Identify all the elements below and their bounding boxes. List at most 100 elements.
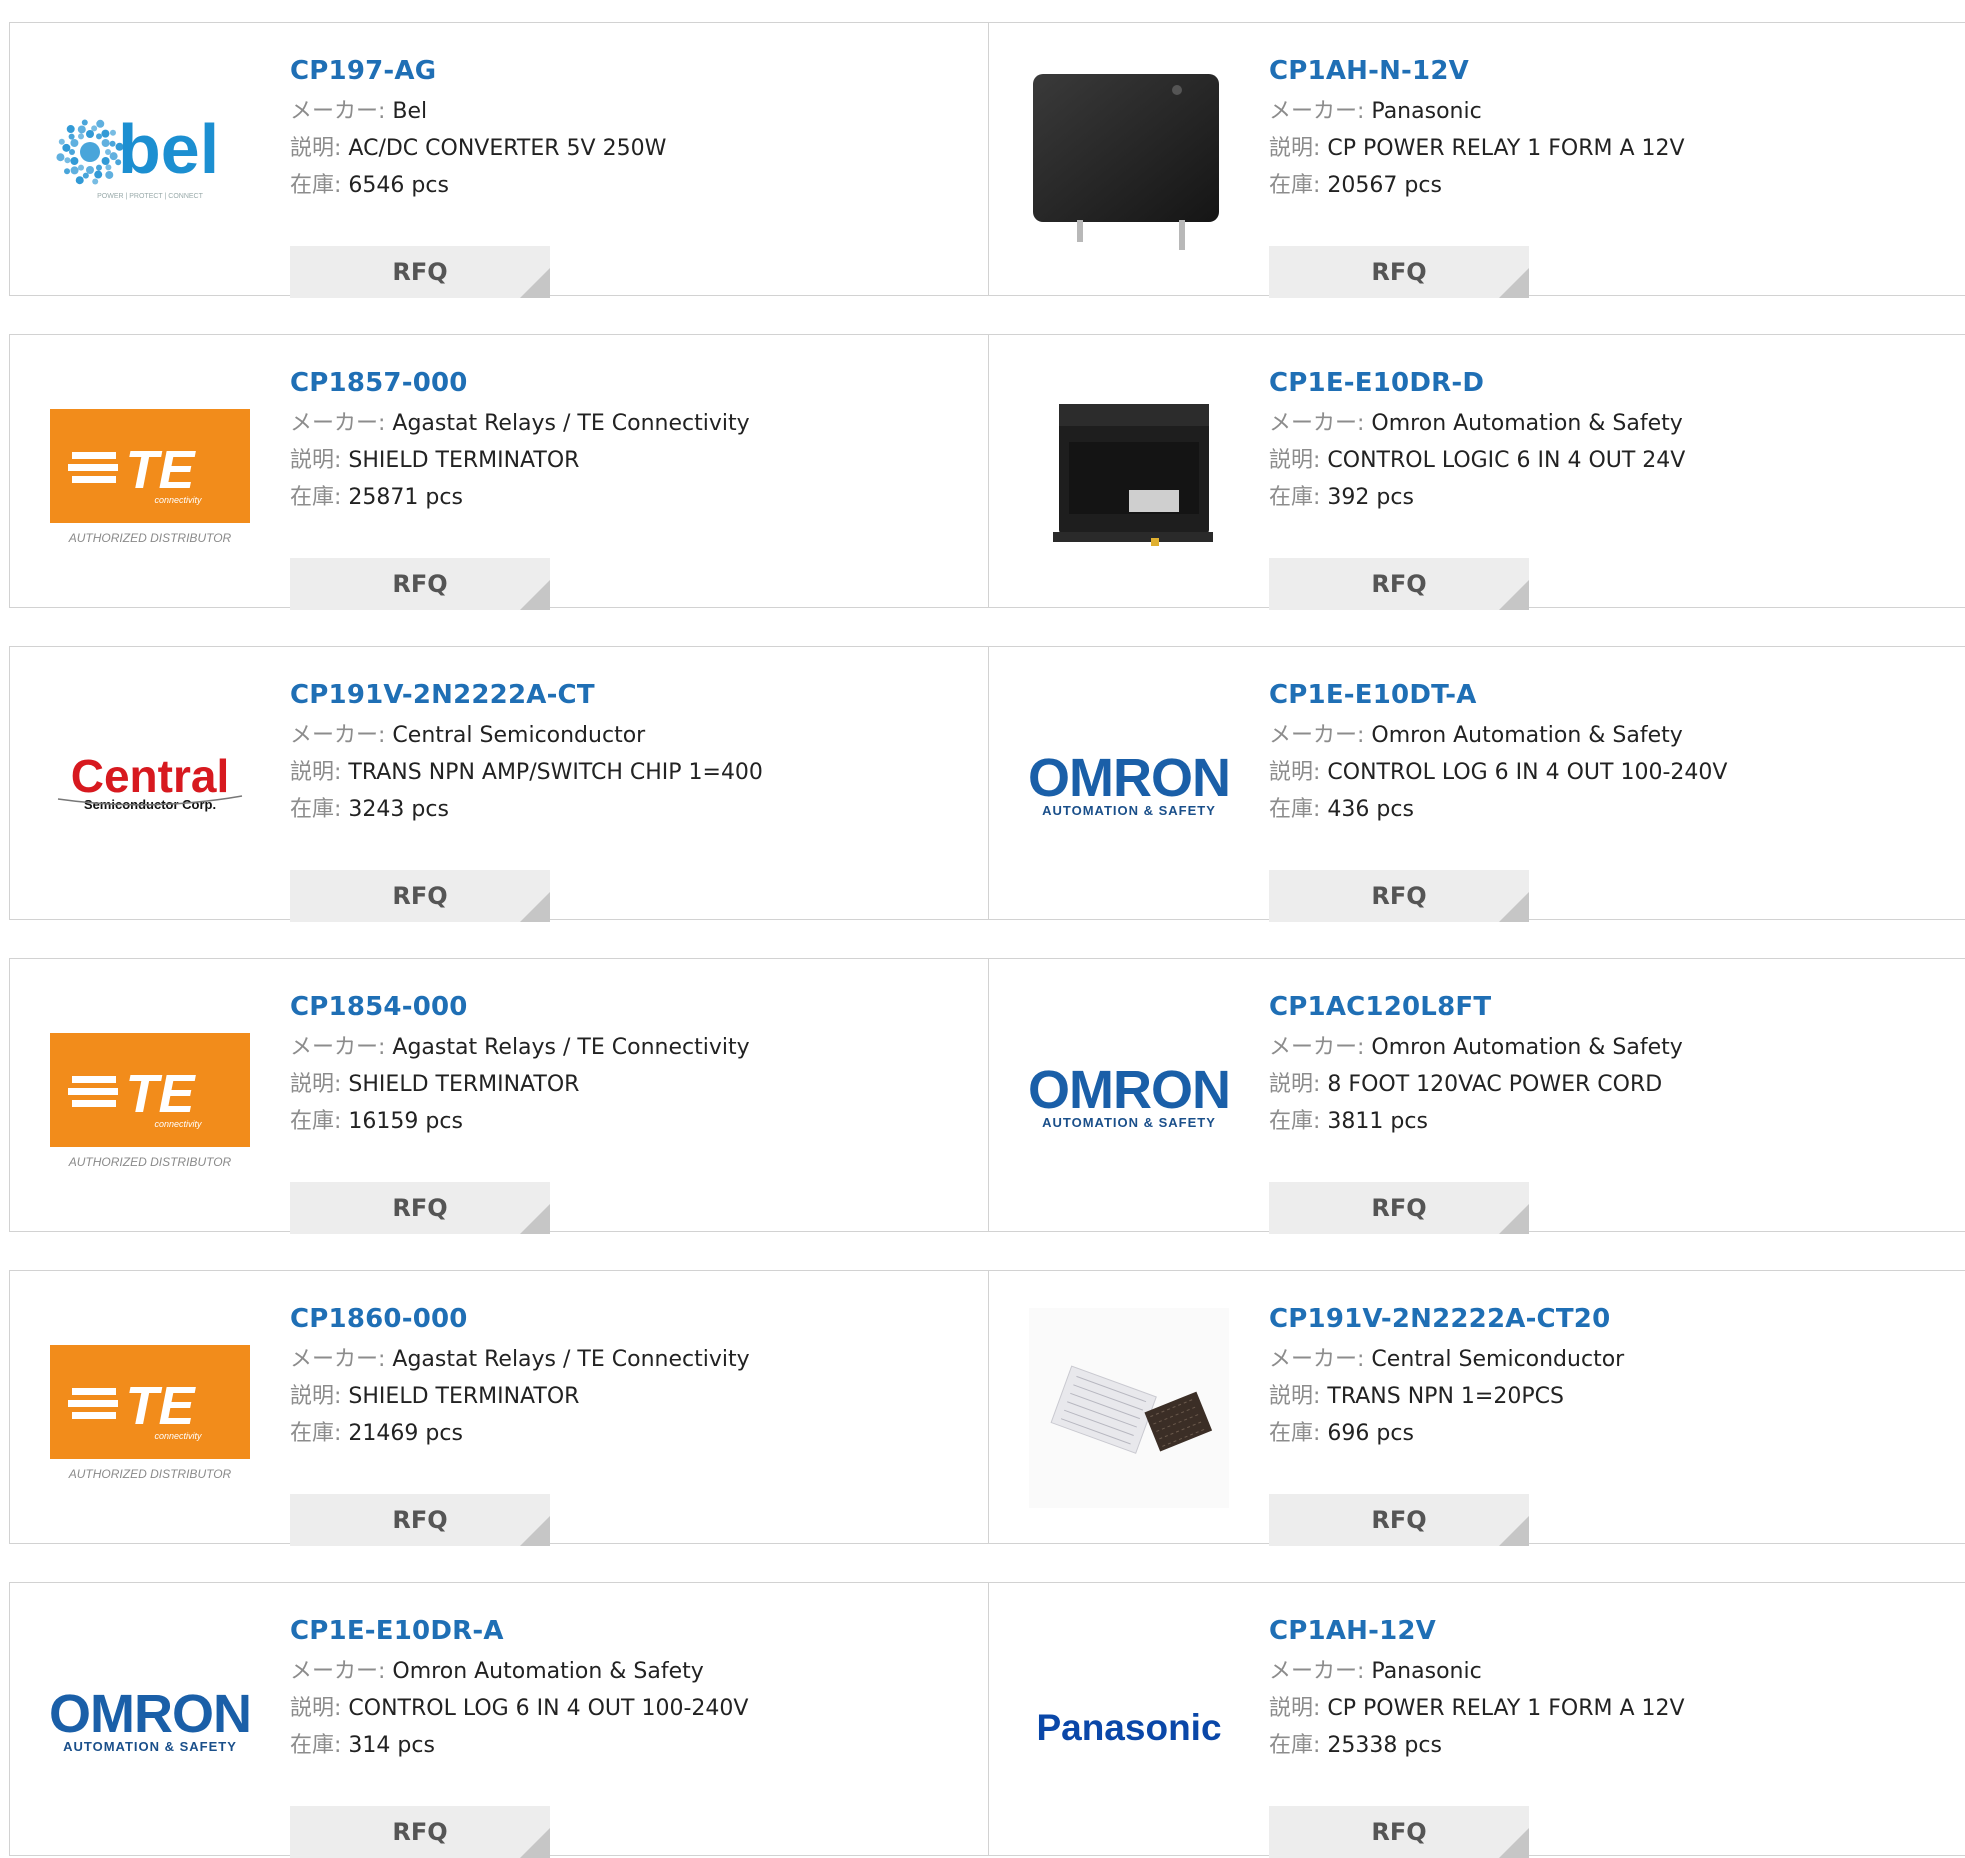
product-thumbnail[interactable]: OMRON AUTOMATION & SAFETY — [1029, 996, 1229, 1196]
stock-label: 在庫: — [1269, 797, 1321, 822]
product-card: CP191V-2N2222A-CT20 メーカー: Central Semico… — [989, 1271, 1965, 1546]
description-line: 説明: SHIELD TERMINATOR — [290, 1378, 978, 1415]
part-number-link[interactable]: CP1AH-12V — [1269, 1609, 1956, 1653]
manufacturer-value: Central Semiconductor — [392, 723, 646, 748]
plc-image — [1053, 404, 1213, 546]
description-value: SHIELD TERMINATOR — [348, 448, 580, 473]
manufacturer-line: メーカー: Panasonic — [1269, 93, 1956, 130]
product-thumbnail[interactable]: TE connectivity AUTHORIZED DISTRIBUTOR — [50, 372, 250, 572]
part-number-link[interactable]: CP191V-2N2222A-CT — [290, 673, 978, 717]
description-line: 説明: CONTROL LOG 6 IN 4 OUT 100-240V — [1269, 754, 1956, 791]
stock-label: 在庫: — [1269, 1109, 1321, 1134]
product-info: CP191V-2N2222A-CT メーカー: Central Semicond… — [290, 673, 978, 922]
part-number-link[interactable]: CP1E-E10DR-D — [1269, 361, 1956, 405]
product-thumbnail[interactable]: bel POWER | PROTECT | CONNECT — [50, 60, 250, 260]
description-value: CP POWER RELAY 1 FORM A 12V — [1327, 136, 1685, 161]
stock-label: 在庫: — [290, 1109, 342, 1134]
product-row: OMRON AUTOMATION & SAFETY CP1E-E10DR-A メ… — [9, 1582, 1965, 1858]
part-number-link[interactable]: CP1E-E10DT-A — [1269, 673, 1956, 717]
product-card: CP1E-E10DR-D メーカー: Omron Automation & Sa… — [989, 335, 1965, 610]
te-logo-sub: connectivity — [154, 1119, 202, 1129]
manufacturer-label: メーカー: — [1269, 1659, 1365, 1684]
te-logo-caption: AUTHORIZED DISTRIBUTOR — [68, 1467, 232, 1481]
product-thumbnail[interactable]: Central Semiconductor Corp. — [50, 684, 250, 884]
manufacturer-label: メーカー: — [290, 723, 386, 748]
stock-line: 在庫: 6546 pcs — [290, 167, 978, 204]
stock-label: 在庫: — [290, 485, 342, 510]
description-value: SHIELD TERMINATOR — [348, 1384, 580, 1409]
stock-value: 6546 pcs — [348, 173, 449, 198]
product-thumbnail[interactable]: TE connectivity AUTHORIZED DISTRIBUTOR — [50, 1308, 250, 1508]
manufacturer-line: メーカー: Panasonic — [1269, 1653, 1956, 1690]
product-card: CP1AH-N-12V メーカー: Panasonic 説明: CP POWER… — [989, 23, 1965, 298]
rfq-button[interactable]: RFQ — [1269, 870, 1529, 922]
stock-value: 20567 pcs — [1327, 173, 1442, 198]
rfq-button[interactable]: RFQ — [290, 870, 550, 922]
omron-logo-text: OMRON — [1029, 1060, 1229, 1120]
te-logo-sub: connectivity — [154, 495, 202, 505]
rfq-button[interactable]: RFQ — [1269, 1494, 1529, 1546]
product-info: CP1AH-12V メーカー: Panasonic 説明: CP POWER R… — [1269, 1609, 1956, 1858]
product-row: TE connectivity AUTHORIZED DISTRIBUTOR C… — [9, 334, 1965, 610]
description-line: 説明: CP POWER RELAY 1 FORM A 12V — [1269, 130, 1956, 167]
manufacturer-value: Omron Automation & Safety — [1371, 723, 1683, 748]
central-logo: Central Semiconductor Corp. — [57, 750, 243, 812]
description-line: 説明: CONTROL LOGIC 6 IN 4 OUT 24V — [1269, 442, 1956, 479]
rfq-button[interactable]: RFQ — [290, 246, 550, 298]
stock-value: 314 pcs — [348, 1733, 435, 1758]
part-number-link[interactable]: CP197-AG — [290, 49, 978, 93]
stock-line: 在庫: 314 pcs — [290, 1727, 978, 1764]
rfq-label: RFQ — [392, 1194, 448, 1222]
product-info: CP1860-000 メーカー: Agastat Relays / TE Con… — [290, 1297, 978, 1546]
rfq-corner-decoration — [520, 1828, 550, 1858]
part-number-link[interactable]: CP1857-000 — [290, 361, 978, 405]
rfq-label: RFQ — [1371, 1194, 1427, 1222]
stock-line: 在庫: 3243 pcs — [290, 791, 978, 828]
rfq-button[interactable]: RFQ — [290, 1494, 550, 1546]
product-thumbnail[interactable] — [1029, 1308, 1229, 1508]
product-thumbnail[interactable]: OMRON AUTOMATION & SAFETY — [50, 1620, 250, 1820]
part-number-link[interactable]: CP1E-E10DR-A — [290, 1609, 978, 1653]
description-line: 説明: SHIELD TERMINATOR — [290, 1066, 978, 1103]
product-row: bel POWER | PROTECT | CONNECT CP197-AG メ… — [9, 22, 1965, 298]
product-thumbnail[interactable]: OMRON AUTOMATION & SAFETY — [1029, 684, 1229, 884]
rfq-button[interactable]: RFQ — [1269, 246, 1529, 298]
part-number-link[interactable]: CP1AH-N-12V — [1269, 49, 1956, 93]
description-label: 説明: — [1269, 760, 1321, 785]
stock-label: 在庫: — [290, 797, 342, 822]
rfq-button[interactable]: RFQ — [290, 1806, 550, 1858]
product-grid: bel POWER | PROTECT | CONNECT CP197-AG メ… — [0, 0, 1965, 1858]
omron-logo-sub: AUTOMATION & SAFETY — [1042, 1115, 1216, 1130]
rfq-label: RFQ — [1371, 1506, 1427, 1534]
rfq-button[interactable]: RFQ — [290, 558, 550, 610]
stock-line: 在庫: 25338 pcs — [1269, 1727, 1956, 1764]
part-number-link[interactable]: CP1854-000 — [290, 985, 978, 1029]
manufacturer-line: メーカー: Omron Automation & Safety — [1269, 405, 1956, 442]
manufacturer-label: メーカー: — [1269, 99, 1365, 124]
rfq-button[interactable]: RFQ — [290, 1182, 550, 1234]
part-number-link[interactable]: CP1AC120L8FT — [1269, 985, 1956, 1029]
product-thumbnail[interactable] — [1029, 60, 1229, 260]
manufacturer-line: メーカー: Omron Automation & Safety — [1269, 717, 1956, 754]
product-info: CP1E-E10DR-A メーカー: Omron Automation & Sa… — [290, 1609, 978, 1858]
rfq-corner-decoration — [1499, 1828, 1529, 1858]
rfq-button[interactable]: RFQ — [1269, 1182, 1529, 1234]
description-line: 説明: CP POWER RELAY 1 FORM A 12V — [1269, 1690, 1956, 1727]
product-row: TE connectivity AUTHORIZED DISTRIBUTOR C… — [9, 958, 1965, 1234]
product-thumbnail[interactable] — [1029, 372, 1229, 572]
te-logo: TE connectivity AUTHORIZED DISTRIBUTOR — [50, 409, 250, 545]
stock-label: 在庫: — [1269, 1421, 1321, 1446]
omron-logo: OMRON AUTOMATION & SAFETY — [1029, 748, 1229, 818]
rfq-button[interactable]: RFQ — [1269, 1806, 1529, 1858]
panasonic-logo: Panasonic — [1036, 1707, 1221, 1748]
stock-line: 在庫: 16159 pcs — [290, 1103, 978, 1140]
manufacturer-value: Omron Automation & Safety — [1371, 411, 1683, 436]
product-thumbnail[interactable]: TE connectivity AUTHORIZED DISTRIBUTOR — [50, 996, 250, 1196]
manufacturer-label: メーカー: — [290, 1347, 386, 1372]
stock-line: 在庫: 20567 pcs — [1269, 167, 1956, 204]
product-thumbnail[interactable]: Panasonic — [1029, 1620, 1229, 1820]
part-number-link[interactable]: CP1860-000 — [290, 1297, 978, 1341]
manufacturer-label: メーカー: — [1269, 723, 1365, 748]
part-number-link[interactable]: CP191V-2N2222A-CT20 — [1269, 1297, 1956, 1341]
rfq-button[interactable]: RFQ — [1269, 558, 1529, 610]
